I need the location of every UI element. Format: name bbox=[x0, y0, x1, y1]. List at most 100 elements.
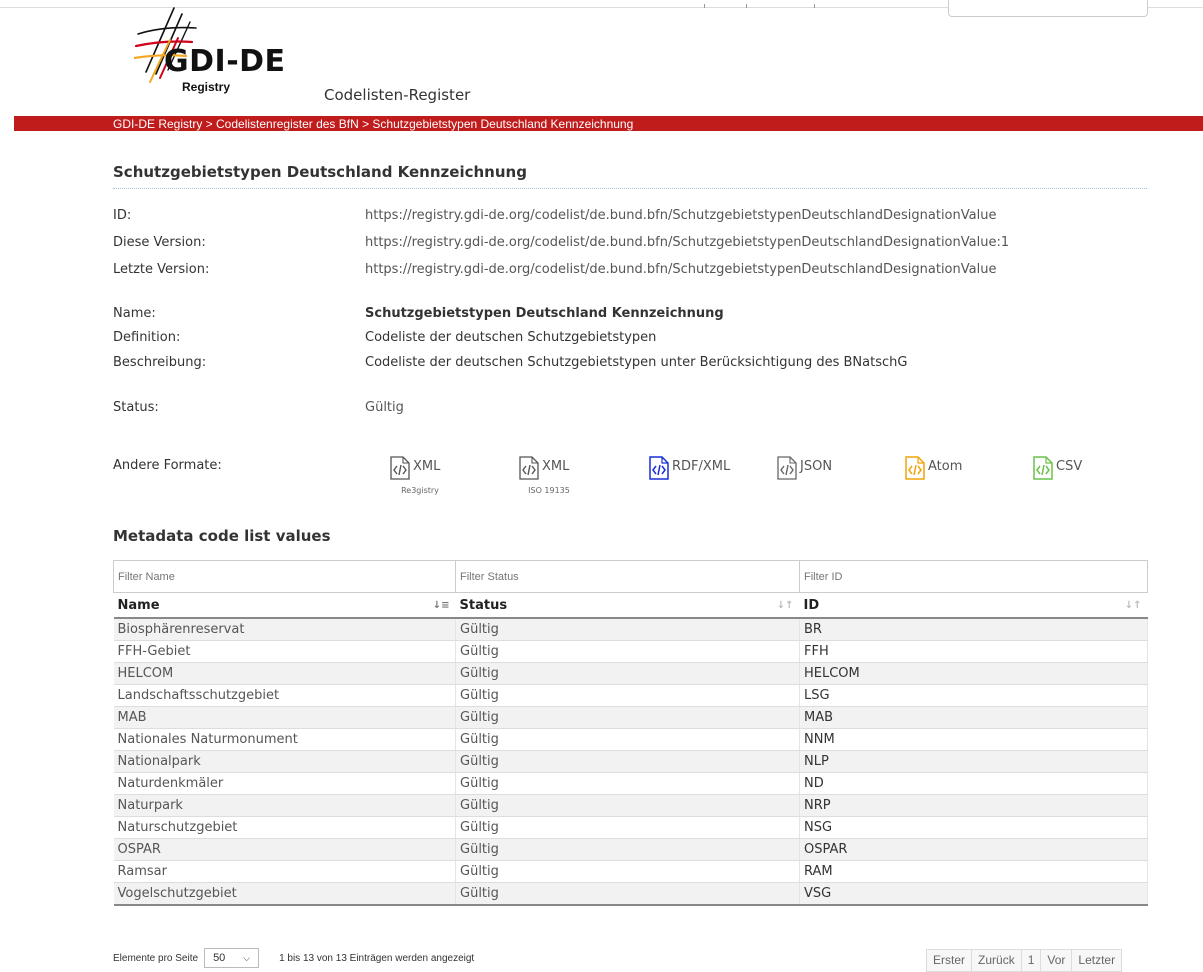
name-label: Name: bbox=[113, 306, 156, 321]
format-label: JSON bbox=[800, 459, 833, 474]
row-status-cell: Gültig bbox=[455, 640, 800, 663]
column-header-label: ID bbox=[803, 597, 820, 613]
latest-version-label: Letzte Version: bbox=[113, 262, 210, 277]
row-status-cell: Gültig bbox=[455, 618, 800, 641]
row-id-cell: FFH bbox=[799, 640, 1148, 663]
name-value: Schutzgebietstypen Deutschland Kennzeich… bbox=[365, 306, 724, 321]
top-nav-separators bbox=[694, 4, 834, 8]
row-status-cell: Gültig bbox=[455, 882, 800, 906]
row-name-cell: Naturpark bbox=[113, 794, 456, 817]
row-id-cell: NRP bbox=[799, 794, 1148, 817]
row-name-cell: OSPAR bbox=[113, 838, 456, 861]
app-title: Codelisten-Register bbox=[324, 86, 471, 104]
format-link-xml-iso19135[interactable]: XML ISO 19135 bbox=[519, 456, 570, 495]
table-row[interactable]: HELCOM Gültig HELCOM bbox=[113, 662, 1148, 685]
row-status-cell: Gültig bbox=[455, 684, 800, 707]
page-number-button[interactable]: 1 bbox=[1021, 950, 1042, 971]
version-label: Diese Version: bbox=[113, 235, 206, 250]
row-status-cell: Gültig bbox=[455, 794, 800, 817]
row-name-cell: Nationalpark bbox=[113, 750, 456, 773]
format-sublabel: Re3gistry bbox=[401, 486, 439, 495]
column-header-label: Status bbox=[459, 597, 508, 613]
id-value: https://registry.gdi-de.org/codelist/de.… bbox=[365, 208, 997, 223]
title-divider bbox=[113, 188, 1147, 189]
page-next-button[interactable]: Vor bbox=[1041, 950, 1073, 971]
table-row[interactable]: Landschaftsschutzgebiet Gültig LSG bbox=[113, 684, 1148, 707]
code-list-values-table: Name↓≡ Status ↓↑ ID↓↑ BiosphärenreservatG… bbox=[113, 560, 1148, 906]
definition-value: Codeliste der deutschen Schutzgebietstyp… bbox=[365, 330, 657, 345]
logo-text: GDI-DE bbox=[164, 44, 286, 79]
per-page-value: 50 bbox=[213, 952, 226, 964]
description-label: Beschreibung: bbox=[113, 355, 207, 370]
code-file-icon bbox=[1033, 456, 1053, 480]
format-link-csv[interactable]: CSV bbox=[1033, 456, 1082, 480]
format-label: RDF/XML bbox=[672, 459, 731, 474]
chevron-down-icon: ⌵ bbox=[243, 952, 251, 963]
code-file-icon bbox=[777, 456, 797, 480]
filter-id-cell bbox=[799, 560, 1148, 593]
filter-id-input[interactable] bbox=[804, 570, 1143, 583]
format-sublabel: ISO 19135 bbox=[528, 486, 570, 495]
row-id-cell: BR bbox=[799, 618, 1148, 641]
table-row[interactable]: Nationales Naturmonument Gültig NNM bbox=[113, 728, 1148, 751]
page-first-button[interactable]: Erster bbox=[927, 950, 973, 971]
filter-name-input[interactable] bbox=[118, 570, 451, 583]
filter-status-cell bbox=[455, 560, 800, 593]
row-name-cell: Nationales Naturmonument bbox=[113, 728, 456, 751]
format-label: CSV bbox=[1056, 459, 1083, 474]
row-status-cell: Gültig bbox=[455, 728, 800, 751]
format-link-json[interactable]: JSON bbox=[777, 456, 832, 480]
column-header-status[interactable]: Status ↓↑ bbox=[455, 592, 800, 619]
code-file-icon bbox=[390, 456, 410, 480]
format-link-atom[interactable]: Atom bbox=[905, 456, 962, 480]
sort-icon: ↓↑ bbox=[776, 600, 794, 611]
version-value: https://registry.gdi-de.org/codelist/de.… bbox=[365, 235, 1010, 250]
row-id-cell: NSG bbox=[799, 816, 1148, 839]
table-row[interactable]: Nationalpark Gültig NLP bbox=[113, 750, 1148, 773]
page-title: Schutzgebietstypen Deutschland Kennzeich… bbox=[113, 163, 527, 181]
page-previous-button[interactable]: Zurück bbox=[972, 950, 1022, 971]
row-name-cell: Naturschutzgebiet bbox=[113, 816, 456, 839]
table-row[interactable]: Ramsar Gültig RAM bbox=[113, 860, 1148, 883]
row-name-cell: Vogelschutzgebiet bbox=[113, 882, 456, 906]
pagination: Erster Zurück 1 Vor Letzter bbox=[926, 949, 1123, 972]
table-row[interactable]: Biosphärenreservat Gültig BR bbox=[113, 618, 1148, 641]
row-id-cell: VSG bbox=[799, 882, 1148, 906]
column-header-name[interactable]: Name ↓≡ bbox=[113, 592, 456, 619]
table-row[interactable]: FFH-Gebiet Gültig FFH bbox=[113, 640, 1148, 663]
table-row[interactable]: OSPAR Gültig OSPAR bbox=[113, 838, 1148, 861]
row-status-cell: Gültig bbox=[455, 706, 800, 729]
top-search-box[interactable] bbox=[948, 0, 1148, 17]
format-label: Atom bbox=[928, 459, 963, 474]
table-row[interactable]: Naturpark Gültig NRP bbox=[113, 794, 1148, 817]
format-link-rdf-xml[interactable]: RDF/XML bbox=[649, 456, 730, 480]
column-header-id[interactable]: ID ↓↑ bbox=[799, 592, 1148, 619]
breadcrumb[interactable]: GDI-DE Registry > Codelistenregister des… bbox=[113, 117, 633, 131]
row-name-cell: HELCOM bbox=[113, 662, 456, 685]
logo-subtext: Registry bbox=[182, 80, 231, 94]
latest-version-value: https://registry.gdi-de.org/codelist/de.… bbox=[365, 262, 997, 277]
per-page-label: Elemente pro Seite bbox=[113, 952, 199, 964]
row-status-cell: Gültig bbox=[455, 750, 800, 773]
format-link-xml-re3gistry[interactable]: XML Re3gistry bbox=[390, 456, 440, 495]
row-name-cell: FFH-Gebiet bbox=[113, 640, 456, 663]
values-section-title: Metadata code list values bbox=[113, 527, 331, 545]
row-id-cell: MAB bbox=[799, 706, 1148, 729]
code-file-icon bbox=[519, 456, 539, 480]
per-page-select[interactable]: 50 ⌵ bbox=[204, 948, 260, 968]
column-header-label: Name bbox=[117, 597, 160, 613]
paging-info: 1 bis 13 von 13 Einträgen werden angezei… bbox=[279, 952, 475, 964]
row-status-cell: Gültig bbox=[455, 816, 800, 839]
row-name-cell: Naturdenkmäler bbox=[113, 772, 456, 795]
filter-status-input[interactable] bbox=[460, 570, 795, 583]
table-row[interactable]: Naturdenkmäler Gültig ND bbox=[113, 772, 1148, 795]
page-last-button[interactable]: Letzter bbox=[1072, 950, 1122, 971]
status-value: Gültig bbox=[365, 400, 404, 415]
code-file-icon bbox=[905, 456, 925, 480]
table-row[interactable]: MAB Gültig MAB bbox=[113, 706, 1148, 729]
row-id-cell: ND bbox=[799, 772, 1148, 795]
row-id-cell: HELCOM bbox=[799, 662, 1148, 685]
table-row[interactable]: Naturschutzgebiet Gültig NSG bbox=[113, 816, 1148, 839]
table-row[interactable]: Vogelschutzgebiet Gültig VSG bbox=[113, 882, 1148, 906]
filter-name-cell bbox=[113, 560, 456, 593]
